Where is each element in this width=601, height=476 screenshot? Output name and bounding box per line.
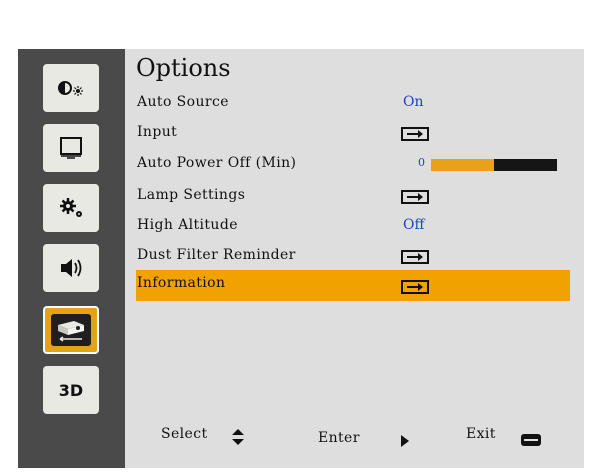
menu-item-high-altitude[interactable]: High Altitude Off xyxy=(136,213,570,241)
auto-source-value[interactable]: On xyxy=(403,94,424,110)
menu-item-input[interactable]: Input xyxy=(136,120,570,148)
up-down-arrows-icon xyxy=(231,429,245,449)
menu-item-label: Auto Power Off (Min) xyxy=(137,155,297,171)
menu-item-auto-power-off[interactable]: Auto Power Off (Min) 0 xyxy=(136,151,570,179)
volume-icon xyxy=(51,252,91,284)
menu-item-auto-source[interactable]: Auto Source On xyxy=(136,90,570,118)
menu-item-label: Auto Source xyxy=(137,94,229,110)
display-icon xyxy=(51,132,91,164)
enter-submenu-icon[interactable] xyxy=(401,280,429,294)
3d-icon: 3D xyxy=(58,380,84,400)
footer-select-label: Select xyxy=(161,426,208,442)
menu-button-icon xyxy=(521,431,541,450)
auto-power-off-slider[interactable] xyxy=(431,159,557,171)
high-altitude-value[interactable]: Off xyxy=(403,217,424,233)
menu-item-label: Dust Filter Reminder xyxy=(137,247,296,263)
sidebar-item-picture[interactable] xyxy=(43,64,99,112)
sidebar-item-settings[interactable] xyxy=(43,184,99,232)
sidebar-item-volume[interactable] xyxy=(43,244,99,292)
menu-item-label: Lamp Settings xyxy=(137,187,246,203)
enter-submenu-icon[interactable] xyxy=(401,250,429,264)
right-arrow-icon xyxy=(401,432,409,451)
menu-item-label: Information xyxy=(137,275,226,291)
sidebar-item-display[interactable] xyxy=(43,124,99,172)
picture-icon xyxy=(51,72,91,104)
menu-item-dust-filter-reminder[interactable]: Dust Filter Reminder xyxy=(136,243,570,271)
menu-item-label: High Altitude xyxy=(137,217,238,233)
enter-submenu-icon[interactable] xyxy=(401,190,429,204)
settings-gear-icon xyxy=(51,192,91,224)
slider-fill xyxy=(431,159,494,171)
menu-item-lamp-settings[interactable]: Lamp Settings xyxy=(136,183,570,211)
projector-options-icon xyxy=(51,314,91,346)
menu-item-information[interactable]: Information xyxy=(136,270,570,301)
menu-item-label: Input xyxy=(137,124,178,140)
page-title: Options xyxy=(136,54,231,82)
enter-submenu-icon[interactable] xyxy=(401,127,429,141)
sidebar-item-options[interactable] xyxy=(43,306,99,354)
slider-value: 0 xyxy=(418,156,425,169)
footer-exit-label: Exit xyxy=(466,426,496,442)
footer-enter-label: Enter xyxy=(318,430,360,446)
sidebar-item-3d[interactable]: 3D xyxy=(43,366,99,414)
